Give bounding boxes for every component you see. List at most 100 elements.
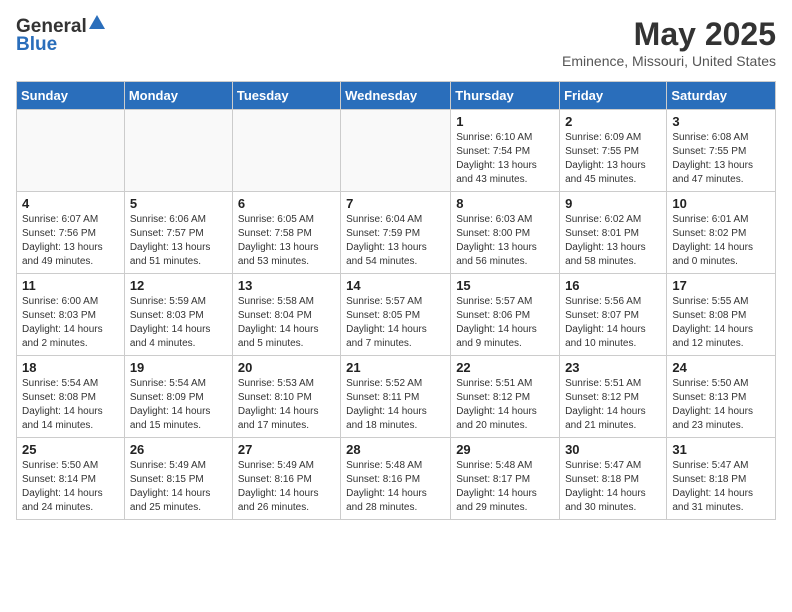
- day-number: 24: [672, 360, 770, 375]
- day-info: Sunrise: 5:48 AMSunset: 8:17 PMDaylight:…: [456, 459, 554, 515]
- calendar-cell: 25 Sunrise: 5:50 AMSunset: 8:14 PMDayligh…: [17, 438, 125, 520]
- day-number: 28: [346, 442, 445, 457]
- calendar-cell: 30 Sunrise: 5:47 AMSunset: 8:18 PMDayligh…: [560, 438, 667, 520]
- day-info: Sunrise: 6:03 AMSunset: 8:00 PMDaylight:…: [456, 213, 554, 269]
- day-info: Sunrise: 5:55 AMSunset: 8:08 PMDaylight:…: [672, 295, 770, 351]
- day-number: 12: [130, 278, 227, 293]
- calendar-cell: 1 Sunrise: 6:10 AMSunset: 7:54 PMDaylight…: [451, 110, 560, 192]
- day-info: Sunrise: 6:07 AMSunset: 7:56 PMDaylight:…: [22, 213, 119, 269]
- calendar-cell: 2 Sunrise: 6:09 AMSunset: 7:55 PMDaylight…: [560, 110, 667, 192]
- calendar-cell: 7 Sunrise: 6:04 AMSunset: 7:59 PMDaylight…: [341, 192, 451, 274]
- day-number: 29: [456, 442, 554, 457]
- day-info: Sunrise: 5:50 AMSunset: 8:13 PMDaylight:…: [672, 377, 770, 433]
- calendar-cell: [341, 110, 451, 192]
- col-header-thursday: Thursday: [451, 82, 560, 110]
- calendar-cell: 23Sunrise: 5:51 AMSunset: 8:12 PMDayligh…: [560, 356, 667, 438]
- day-info: Sunrise: 5:54 AMSunset: 8:08 PMDaylight:…: [22, 377, 119, 433]
- day-info: Sunrise: 5:58 AMSunset: 8:04 PMDaylight:…: [238, 295, 335, 351]
- calendar-table: SundayMondayTuesdayWednesdayThursdayFrid…: [16, 81, 776, 520]
- day-number: 10: [672, 196, 770, 211]
- calendar-cell: 21 Sunrise: 5:52 AMSunset: 8:11 PMDayligh…: [341, 356, 451, 438]
- day-info: Sunrise: 5:51 AMSunset: 8:12 PMDaylight:…: [565, 377, 661, 433]
- calendar-cell: 10 Sunrise: 6:01 AMSunset: 8:02 PMDayligh…: [667, 192, 776, 274]
- day-number: 19: [130, 360, 227, 375]
- day-info: Sunrise: 6:10 AMSunset: 7:54 PMDaylight:…: [456, 131, 554, 187]
- day-number: 20: [238, 360, 335, 375]
- calendar-cell: 18 Sunrise: 5:54 AMSunset: 8:08 PMDayligh…: [17, 356, 125, 438]
- day-number: 2: [565, 114, 661, 129]
- day-number: 14: [346, 278, 445, 293]
- day-info: Sunrise: 6:01 AMSunset: 8:02 PMDaylight:…: [672, 213, 770, 269]
- day-number: 30: [565, 442, 661, 457]
- day-info: Sunrise: 6:09 AMSunset: 7:55 PMDaylight:…: [565, 131, 661, 187]
- calendar-cell: [124, 110, 232, 192]
- calendar-week-row: 1 Sunrise: 6:10 AMSunset: 7:54 PMDaylight…: [17, 110, 776, 192]
- calendar-cell: 8 Sunrise: 6:03 AMSunset: 8:00 PMDaylight…: [451, 192, 560, 274]
- calendar-cell: 12 Sunrise: 5:59 AMSunset: 8:03 PMDayligh…: [124, 274, 232, 356]
- calendar-cell: 20Sunrise: 5:53 AMSunset: 8:10 PMDayligh…: [232, 356, 340, 438]
- day-info: Sunrise: 5:48 AMSunset: 8:16 PMDaylight:…: [346, 459, 445, 515]
- day-number: 4: [22, 196, 119, 211]
- day-info: Sunrise: 6:00 AMSunset: 8:03 PMDaylight:…: [22, 295, 119, 351]
- day-info: Sunrise: 5:50 AMSunset: 8:14 PMDaylight:…: [22, 459, 119, 515]
- calendar-cell: 16Sunrise: 5:56 AMSunset: 8:07 PMDayligh…: [560, 274, 667, 356]
- day-info: Sunrise: 5:52 AMSunset: 8:11 PMDaylight:…: [346, 377, 445, 433]
- calendar-cell: 22 Sunrise: 5:51 AMSunset: 8:12 PMDayligh…: [451, 356, 560, 438]
- calendar-cell: 14 Sunrise: 5:57 AMSunset: 8:05 PMDayligh…: [341, 274, 451, 356]
- day-number: 21: [346, 360, 445, 375]
- day-info: Sunrise: 6:08 AMSunset: 7:55 PMDaylight:…: [672, 131, 770, 187]
- calendar-cell: 9Sunrise: 6:02 AMSunset: 8:01 PMDaylight…: [560, 192, 667, 274]
- day-number: 8: [456, 196, 554, 211]
- day-info: Sunrise: 6:02 AMSunset: 8:01 PMDaylight:…: [565, 213, 661, 269]
- day-info: Sunrise: 6:06 AMSunset: 7:57 PMDaylight:…: [130, 213, 227, 269]
- day-info: Sunrise: 6:04 AMSunset: 7:59 PMDaylight:…: [346, 213, 445, 269]
- day-info: Sunrise: 5:57 AMSunset: 8:05 PMDaylight:…: [346, 295, 445, 351]
- day-number: 27: [238, 442, 335, 457]
- calendar-cell: 27 Sunrise: 5:49 AMSunset: 8:16 PMDayligh…: [232, 438, 340, 520]
- calendar-cell: 5 Sunrise: 6:06 AMSunset: 7:57 PMDaylight…: [124, 192, 232, 274]
- day-number: 7: [346, 196, 445, 211]
- day-number: 26: [130, 442, 227, 457]
- day-number: 25: [22, 442, 119, 457]
- day-number: 15: [456, 278, 554, 293]
- calendar-title-area: May 2025 Eminence, Missouri, United Stat…: [562, 16, 776, 69]
- day-number: 11: [22, 278, 119, 293]
- day-number: 17: [672, 278, 770, 293]
- calendar-cell: [17, 110, 125, 192]
- calendar-cell: 6Sunrise: 6:05 AMSunset: 7:58 PMDaylight…: [232, 192, 340, 274]
- calendar-cell: 11 Sunrise: 6:00 AMSunset: 8:03 PMDayligh…: [17, 274, 125, 356]
- day-info: Sunrise: 5:47 AMSunset: 8:18 PMDaylight:…: [672, 459, 770, 515]
- day-number: 5: [130, 196, 227, 211]
- day-info: Sunrise: 6:05 AMSunset: 7:58 PMDaylight:…: [238, 213, 335, 269]
- day-info: Sunrise: 5:49 AMSunset: 8:16 PMDaylight:…: [238, 459, 335, 515]
- calendar-cell: 17 Sunrise: 5:55 AMSunset: 8:08 PMDayligh…: [667, 274, 776, 356]
- day-number: 31: [672, 442, 770, 457]
- day-number: 1: [456, 114, 554, 129]
- day-info: Sunrise: 5:51 AMSunset: 8:12 PMDaylight:…: [456, 377, 554, 433]
- calendar-subtitle: Eminence, Missouri, United States: [562, 53, 776, 69]
- calendar-cell: 31 Sunrise: 5:47 AMSunset: 8:18 PMDayligh…: [667, 438, 776, 520]
- day-number: 16: [565, 278, 661, 293]
- calendar-week-row: 4 Sunrise: 6:07 AMSunset: 7:56 PMDaylight…: [17, 192, 776, 274]
- calendar-title: May 2025: [562, 16, 776, 53]
- logo-triangle-icon: [89, 15, 105, 34]
- day-info: Sunrise: 5:47 AMSunset: 8:18 PMDaylight:…: [565, 459, 661, 515]
- col-header-friday: Friday: [560, 82, 667, 110]
- day-info: Sunrise: 5:59 AMSunset: 8:03 PMDaylight:…: [130, 295, 227, 351]
- day-info: Sunrise: 5:57 AMSunset: 8:06 PMDaylight:…: [456, 295, 554, 351]
- calendar-cell: 13Sunrise: 5:58 AMSunset: 8:04 PMDayligh…: [232, 274, 340, 356]
- day-number: 3: [672, 114, 770, 129]
- calendar-cell: 24 Sunrise: 5:50 AMSunset: 8:13 PMDayligh…: [667, 356, 776, 438]
- calendar-cell: 28 Sunrise: 5:48 AMSunset: 8:16 PMDayligh…: [341, 438, 451, 520]
- day-number: 18: [22, 360, 119, 375]
- logo: General Blue: [16, 16, 105, 56]
- day-number: 22: [456, 360, 554, 375]
- col-header-sunday: Sunday: [17, 82, 125, 110]
- logo-blue-text: Blue: [16, 34, 57, 56]
- page-header: General Blue May 2025 Eminence, Missouri…: [16, 16, 776, 69]
- day-info: Sunrise: 5:54 AMSunset: 8:09 PMDaylight:…: [130, 377, 227, 433]
- col-header-wednesday: Wednesday: [341, 82, 451, 110]
- calendar-cell: 26 Sunrise: 5:49 AMSunset: 8:15 PMDayligh…: [124, 438, 232, 520]
- day-info: Sunrise: 5:49 AMSunset: 8:15 PMDaylight:…: [130, 459, 227, 515]
- col-header-saturday: Saturday: [667, 82, 776, 110]
